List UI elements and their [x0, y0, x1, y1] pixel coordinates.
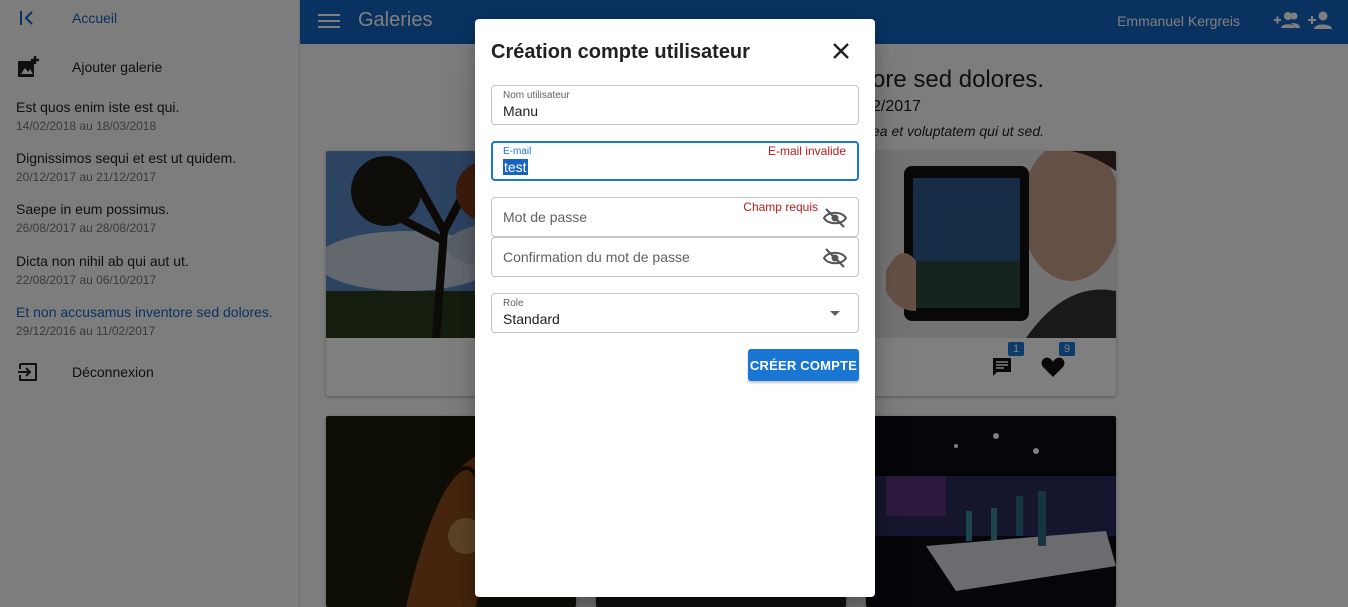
create-user-dialog: Création compte utilisateur Nom utilisat… — [475, 19, 875, 597]
username-label: Nom utilisateur — [503, 90, 570, 101]
password-placeholder: Mot de passe — [503, 209, 588, 225]
role-select[interactable]: Role Standard — [491, 293, 859, 333]
role-label: Role — [503, 298, 524, 309]
username-field[interactable]: Nom utilisateur Manu — [491, 85, 859, 125]
close-icon[interactable] — [831, 41, 851, 61]
username-value: Manu — [503, 103, 539, 119]
email-field[interactable]: E-mail E-mail invalide test — [491, 141, 859, 181]
password-field[interactable]: Mot de passe Champ requis — [491, 197, 859, 237]
visibility-off-icon[interactable] — [822, 247, 848, 269]
role-value: Standard — [503, 311, 560, 327]
email-value: test — [503, 159, 528, 175]
password-error: Champ requis — [743, 200, 818, 214]
dialog-title: Création compte utilisateur — [491, 41, 750, 63]
create-account-button[interactable]: CRÉER COMPTE — [748, 349, 859, 381]
dropdown-arrow-icon[interactable] — [830, 311, 840, 316]
password-confirm-placeholder: Confirmation du mot de passe — [503, 249, 690, 265]
email-label: E-mail — [503, 146, 532, 157]
email-selected-text: test — [503, 159, 528, 175]
password-confirm-field[interactable]: Confirmation du mot de passe — [491, 237, 859, 277]
email-error: E-mail invalide — [767, 144, 846, 158]
visibility-off-icon[interactable] — [822, 207, 848, 229]
